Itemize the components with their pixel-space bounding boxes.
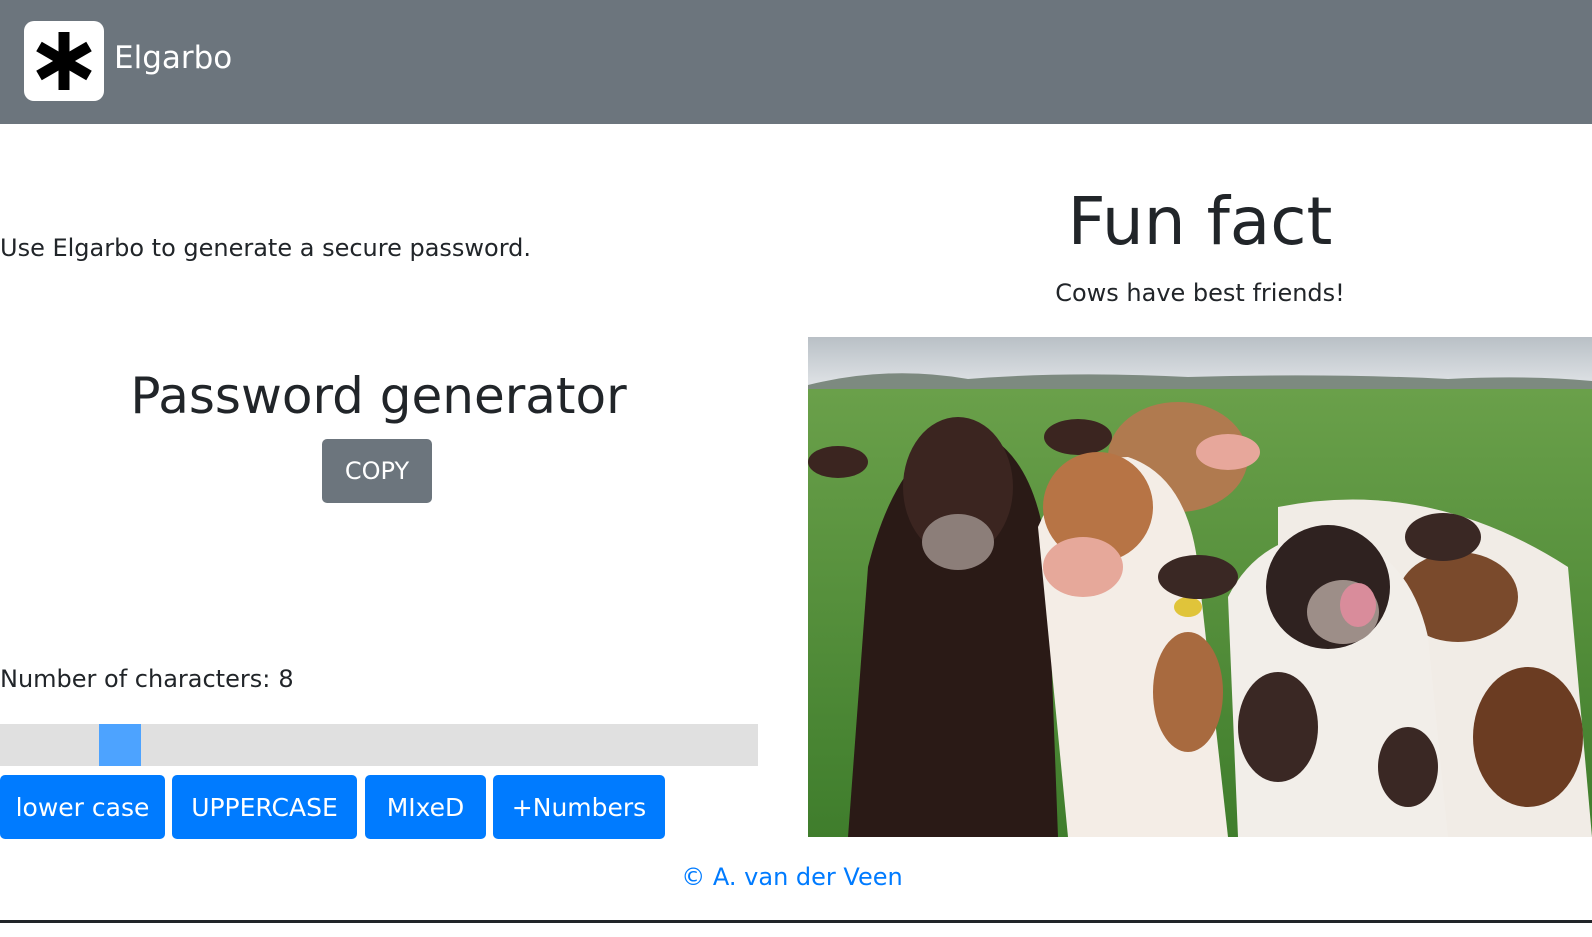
cows-illustration bbox=[808, 337, 1592, 837]
intro-text: Use Elgarbo to generate a secure passwor… bbox=[0, 234, 532, 262]
mixed-case-button[interactable]: MIxeD bbox=[365, 775, 486, 839]
length-label-text: Number of characters: bbox=[0, 665, 271, 693]
copy-button[interactable]: COPY bbox=[322, 439, 432, 503]
lowercase-button[interactable]: lower case bbox=[0, 775, 165, 839]
navbar: Elgarbo bbox=[0, 0, 1592, 124]
brand-logo[interactable] bbox=[24, 21, 104, 101]
length-value: 8 bbox=[278, 665, 294, 693]
footer-credit-link[interactable]: © A. van der Veen bbox=[0, 860, 1584, 894]
length-slider[interactable] bbox=[0, 724, 758, 766]
numbers-button[interactable]: +Numbers bbox=[493, 775, 665, 839]
cows-photo bbox=[808, 337, 1592, 837]
brand-name[interactable]: Elgarbo bbox=[114, 38, 232, 78]
length-label: Number of characters: 8 bbox=[0, 662, 294, 696]
fun-fact-text: Cows have best friends! bbox=[1055, 279, 1345, 307]
uppercase-button[interactable]: UPPERCASE bbox=[172, 775, 357, 839]
asterisk-icon bbox=[36, 32, 92, 90]
password-generator-title: Password generator bbox=[130, 367, 627, 425]
fun-fact-title: Fun fact bbox=[1067, 183, 1333, 260]
bottom-divider bbox=[0, 920, 1592, 923]
slider-thumb[interactable] bbox=[99, 724, 141, 766]
